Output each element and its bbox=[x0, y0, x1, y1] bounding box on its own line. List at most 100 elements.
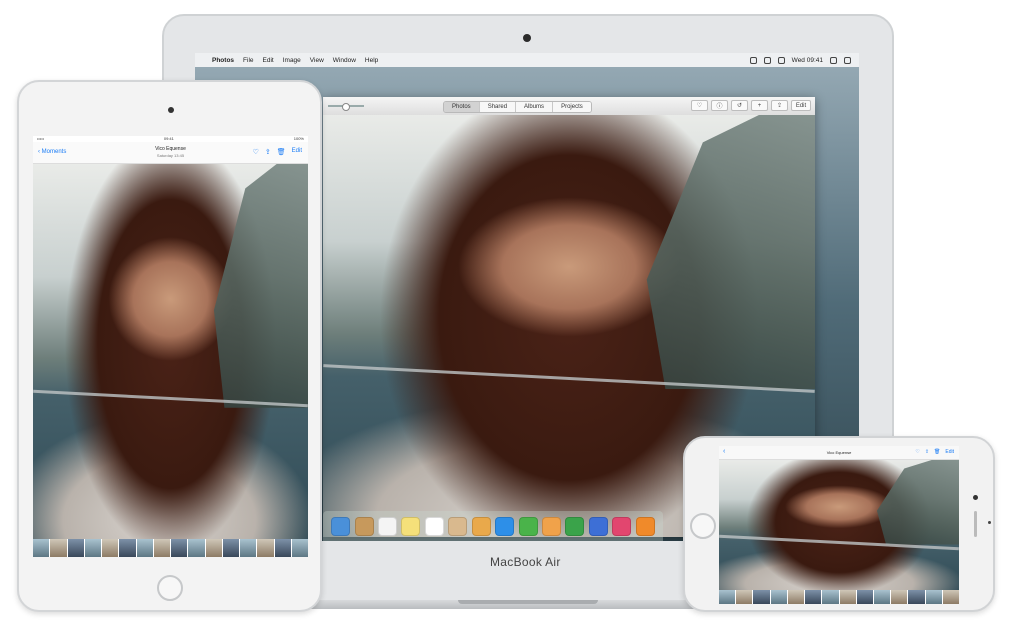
thumbnail[interactable] bbox=[736, 590, 753, 604]
thumbnail[interactable] bbox=[291, 539, 308, 557]
info-icon[interactable]: ⓘ bbox=[711, 100, 728, 111]
thumbnail[interactable] bbox=[33, 539, 50, 557]
calendar-icon[interactable] bbox=[378, 516, 398, 536]
rotate-icon[interactable]: ↺ bbox=[731, 100, 748, 111]
device-showcase: Photos File Edit Image View Window Help … bbox=[0, 0, 1024, 641]
thumbnail[interactable] bbox=[136, 539, 153, 557]
ipad-screen: ••••• 09:41 100% ‹ Moments Vico Equense … bbox=[33, 136, 308, 557]
thumbnail[interactable] bbox=[873, 590, 891, 604]
menu-window[interactable]: Window bbox=[333, 57, 356, 64]
menubar-clock[interactable]: Wed 09:41 bbox=[792, 57, 823, 64]
zoom-slider[interactable] bbox=[328, 103, 364, 111]
photo-booth-icon[interactable] bbox=[448, 516, 468, 536]
thumbnail[interactable] bbox=[67, 539, 84, 557]
thumbnail[interactable] bbox=[942, 590, 959, 604]
thumbnail[interactable] bbox=[787, 590, 805, 604]
menu-image[interactable]: Image bbox=[283, 57, 301, 64]
thumbnail[interactable] bbox=[257, 539, 274, 557]
thumbnail[interactable] bbox=[188, 539, 205, 557]
thumbnail[interactable] bbox=[222, 539, 239, 557]
macbook-opening-notch bbox=[458, 600, 598, 604]
share-icon[interactable]: ⇪ bbox=[265, 148, 271, 156]
tab-shared[interactable]: Shared bbox=[479, 102, 517, 112]
iphone-screen: ‹ Vico Equense ♡ ⇪ 🗑 Edit bbox=[719, 446, 959, 604]
photos-icon[interactable] bbox=[471, 516, 491, 536]
iphone-edit-button[interactable]: Edit bbox=[945, 449, 954, 455]
battery-icon[interactable] bbox=[777, 56, 785, 64]
thumbnail[interactable] bbox=[822, 590, 839, 604]
thumbnail[interactable] bbox=[891, 590, 908, 604]
tab-albums[interactable]: Albums bbox=[516, 102, 554, 112]
iphone-nav-actions: ♡ ⇪ 🗑 Edit bbox=[915, 449, 954, 455]
menu-app-name[interactable]: Photos bbox=[212, 57, 234, 64]
iphone-thumbnail-strip[interactable] bbox=[719, 590, 959, 604]
wifi-icon[interactable] bbox=[763, 56, 771, 64]
thumbnail[interactable] bbox=[240, 539, 257, 557]
heart-icon[interactable]: ♡ bbox=[915, 449, 919, 455]
trash-icon[interactable]: 🗑 bbox=[277, 148, 286, 156]
menu-edit[interactable]: Edit bbox=[263, 57, 274, 64]
notes-icon[interactable] bbox=[401, 516, 421, 536]
add-icon[interactable]: + bbox=[751, 100, 768, 111]
ipad-home-button[interactable] bbox=[157, 575, 183, 601]
thumbnail[interactable] bbox=[770, 590, 787, 604]
photos-toolbar: Photos Shared Albums Projects ♡ ⓘ ↺ + ⇪ … bbox=[323, 97, 815, 115]
trash-icon[interactable]: 🗑 bbox=[934, 449, 940, 455]
thumbnail[interactable] bbox=[205, 539, 222, 557]
spotlight-search-icon[interactable] bbox=[830, 56, 837, 64]
photos-toolbar-actions: ♡ ⓘ ↺ + ⇪ Edit bbox=[691, 100, 811, 111]
iphone-home-button[interactable] bbox=[690, 513, 716, 539]
thumbnail[interactable] bbox=[908, 590, 925, 604]
thumbnail[interactable] bbox=[856, 590, 873, 604]
contacts-icon[interactable] bbox=[354, 516, 374, 536]
bluetooth-icon[interactable] bbox=[749, 56, 757, 64]
itunes-icon[interactable] bbox=[612, 516, 632, 536]
ipad-nav-actions: ♡ ⇪ 🗑 Edit bbox=[253, 148, 302, 156]
iphone-photo[interactable] bbox=[719, 460, 959, 590]
ipad-camera bbox=[168, 107, 174, 113]
reminders-icon[interactable] bbox=[424, 516, 444, 536]
iphone-camera bbox=[973, 495, 978, 500]
tab-projects[interactable]: Projects bbox=[553, 102, 591, 112]
menu-view[interactable]: View bbox=[310, 57, 324, 64]
pages-icon[interactable] bbox=[542, 516, 561, 536]
edit-button[interactable]: Edit bbox=[791, 100, 811, 111]
menubar-status-area: Wed 09:41 bbox=[749, 56, 859, 64]
favorite-heart-icon[interactable]: ♡ bbox=[691, 100, 708, 111]
thumbnail[interactable] bbox=[171, 539, 188, 557]
heart-icon[interactable]: ♡ bbox=[253, 148, 259, 156]
thumbnail[interactable] bbox=[719, 590, 736, 604]
numbers-icon[interactable] bbox=[565, 516, 585, 536]
menu-help[interactable]: Help bbox=[365, 57, 378, 64]
notification-center-icon[interactable] bbox=[844, 56, 851, 64]
keynote-icon[interactable] bbox=[588, 516, 608, 536]
thumbnail[interactable] bbox=[102, 539, 119, 557]
thumbnail[interactable] bbox=[50, 539, 67, 557]
share-icon[interactable]: ⇪ bbox=[925, 449, 929, 455]
photos-tab-bar: Photos Shared Albums Projects bbox=[443, 101, 592, 113]
photo-cliff bbox=[213, 164, 308, 408]
thumbnail[interactable] bbox=[805, 590, 822, 604]
ibooks-icon[interactable] bbox=[635, 516, 655, 536]
ipad-edit-button[interactable]: Edit bbox=[292, 148, 302, 156]
thumbnail[interactable] bbox=[153, 539, 170, 557]
share-icon[interactable]: ⇪ bbox=[771, 100, 788, 111]
thumbnail[interactable] bbox=[84, 539, 101, 557]
facetime-icon[interactable] bbox=[495, 516, 515, 536]
ipad-photo[interactable] bbox=[33, 164, 308, 539]
macbook-camera bbox=[523, 34, 531, 42]
messages-icon[interactable] bbox=[518, 516, 538, 536]
ipad-thumbnail-strip[interactable] bbox=[33, 539, 308, 557]
thumbnail[interactable] bbox=[274, 539, 291, 557]
thumbnail[interactable] bbox=[119, 539, 136, 557]
iphone-speaker bbox=[974, 511, 977, 537]
thumbnail[interactable] bbox=[753, 590, 770, 604]
menu-file[interactable]: File bbox=[243, 57, 253, 64]
thumbnail[interactable] bbox=[925, 590, 942, 604]
thumbnail[interactable] bbox=[839, 590, 856, 604]
ipad-nav-bar: ‹ Moments Vico Equense Saturday 13:45 ♡ … bbox=[33, 142, 308, 164]
finder-icon[interactable] bbox=[331, 516, 351, 536]
iphone-nav-bar: ‹ Vico Equense ♡ ⇪ 🗑 Edit bbox=[719, 446, 959, 460]
tab-photos[interactable]: Photos bbox=[444, 102, 480, 112]
macbook-dock bbox=[323, 511, 663, 541]
